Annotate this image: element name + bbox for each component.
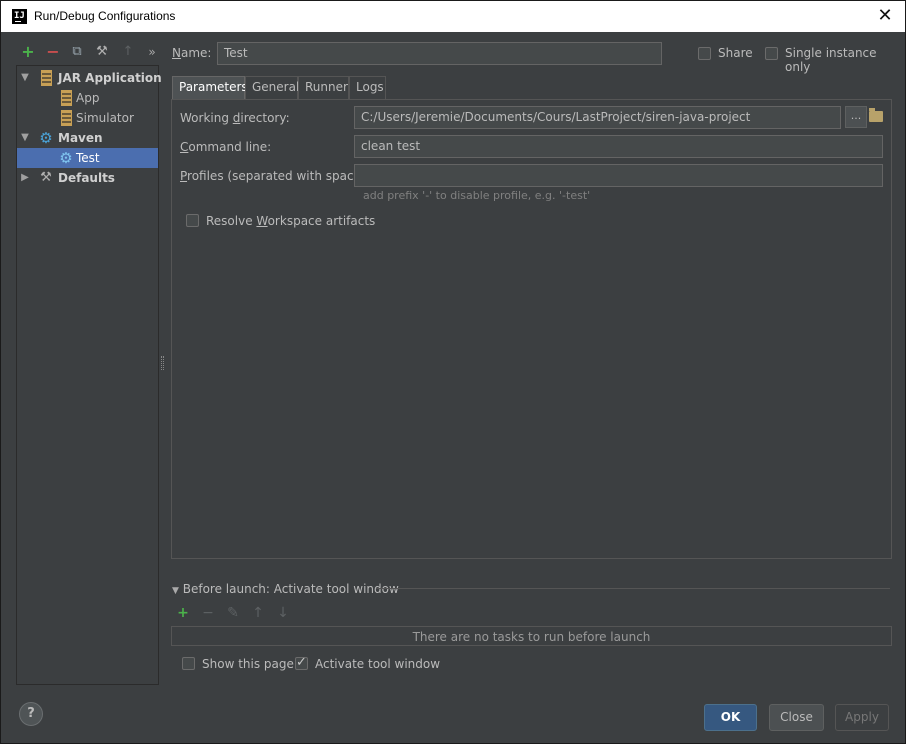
folder-icon[interactable] <box>869 108 883 122</box>
tree-item-label: Defaults <box>58 171 115 185</box>
tab-parameters[interactable]: Parameters <box>172 76 248 99</box>
profiles-hint: add prefix '-' to disable profile, e.g. … <box>363 189 591 202</box>
more-icon[interactable]: » <box>143 43 161 61</box>
tree-item-test[interactable]: ⚙ Test <box>17 148 158 168</box>
tree-item-defaults[interactable]: ▶ ⚒ Defaults <box>17 168 158 188</box>
before-launch-title: Before launch: Activate tool window <box>182 582 399 596</box>
command-line-input[interactable]: clean test <box>354 135 883 158</box>
tree-item-simulator[interactable]: Simulator <box>17 108 158 128</box>
jar-icon <box>41 70 52 86</box>
wrench-icon: ⚒ <box>40 170 52 185</box>
help-icon[interactable]: ? <box>19 702 43 726</box>
tree-item-app[interactable]: App <box>17 88 158 108</box>
run-debug-configurations-dialog: IJ Run/Debug Configurations ✕ + − ⧉ ⚒ ↑ … <box>0 0 906 744</box>
tree-item-label: Test <box>76 151 100 165</box>
working-directory-label: Working directory: <box>180 111 290 125</box>
remove-icon[interactable]: − <box>44 43 62 61</box>
tab-general[interactable]: General <box>245 76 299 99</box>
before-launch-header[interactable]: ▼ Before launch: Activate tool window <box>172 582 399 596</box>
title-bar: IJ Run/Debug Configurations ✕ <box>1 1 905 32</box>
tab-runner[interactable]: Runner <box>298 76 349 99</box>
remove-task-icon[interactable]: − <box>200 605 216 621</box>
ok-button[interactable]: OK <box>704 704 757 731</box>
share-checkbox[interactable] <box>698 47 711 60</box>
copy-icon[interactable]: ⧉ <box>68 43 86 61</box>
collapse-arrow-icon[interactable]: ▶ <box>20 168 30 188</box>
tree-item-label: App <box>76 91 100 105</box>
jar-icon <box>61 110 72 126</box>
resolve-workspace-label: Resolve Workspace artifacts <box>206 214 376 228</box>
browse-button[interactable]: ... <box>845 106 867 128</box>
splitter-handle[interactable] <box>161 356 164 370</box>
activate-tool-window-checkbox[interactable] <box>295 655 308 670</box>
intellij-icon: IJ <box>12 9 27 24</box>
activate-tool-window-label: Activate tool window <box>315 657 441 671</box>
collapse-triangle-icon: ▼ <box>172 586 179 596</box>
profiles-label: Profiles (separated with space): <box>180 169 370 183</box>
maven-gear-icon: ⚙ <box>39 129 53 147</box>
tree-item-label: Simulator <box>76 111 134 125</box>
window-title: Run/Debug Configurations <box>34 9 176 23</box>
tree-item-label: JAR Application <box>58 71 162 85</box>
configuration-tree: ▼ JAR Application App Simulator ▼ ⚙ Mave… <box>16 65 162 685</box>
profiles-input[interactable] <box>354 164 883 187</box>
show-this-page-label: Show this page <box>202 657 294 671</box>
working-directory-input[interactable]: C:/Users/Jeremie/Documents/Cours/LastPro… <box>354 106 841 129</box>
name-input[interactable]: Test <box>217 42 662 65</box>
apply-button[interactable]: Apply <box>835 704 889 731</box>
resolve-workspace-checkbox[interactable] <box>186 214 199 227</box>
share-label: Share <box>718 46 753 60</box>
expand-arrow-icon[interactable]: ▼ <box>20 128 30 148</box>
divider <box>376 588 890 589</box>
single-instance-checkbox[interactable] <box>765 47 778 60</box>
add-icon[interactable]: + <box>19 43 37 61</box>
close-window-icon[interactable]: ✕ <box>875 6 895 26</box>
before-launch-tasks-list: There are no tasks to run before launch <box>171 626 892 646</box>
name-label: Name: <box>172 46 212 60</box>
move-up-icon[interactable]: ↑ <box>119 43 137 61</box>
move-up-icon[interactable]: ↑ <box>250 605 266 621</box>
wrench-icon[interactable]: ⚒ <box>93 43 111 61</box>
command-line-label: Command line: <box>180 140 272 154</box>
single-instance-label: Single instance only <box>785 46 877 74</box>
maven-gear-icon: ⚙ <box>59 149 73 167</box>
show-this-page-checkbox[interactable] <box>182 657 195 670</box>
jar-icon <box>61 90 72 106</box>
tree-item-maven[interactable]: ▼ ⚙ Maven <box>17 128 158 148</box>
tree-item-jar-application[interactable]: ▼ JAR Application <box>17 68 162 88</box>
expand-arrow-icon[interactable]: ▼ <box>20 68 30 88</box>
move-down-icon[interactable]: ↓ <box>275 605 291 621</box>
add-task-icon[interactable]: + <box>175 605 191 621</box>
close-button[interactable]: Close <box>769 704 824 731</box>
tab-logs[interactable]: Logs <box>349 76 386 99</box>
edit-task-icon[interactable]: ✎ <box>225 605 241 621</box>
tree-item-label: Maven <box>58 131 103 145</box>
